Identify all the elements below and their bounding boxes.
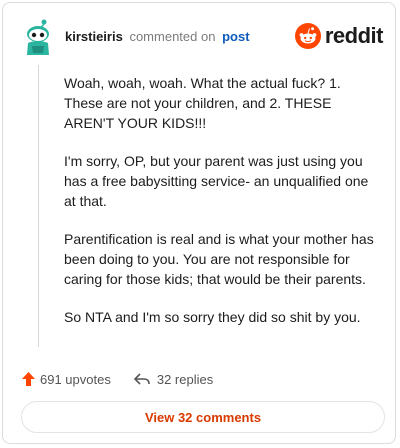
- comment-header: kirstieiris commented on post reddit: [23, 17, 384, 57]
- comment-paragraph-3: Parentification is real and is what your…: [64, 231, 374, 287]
- action-text: commented on: [129, 29, 216, 44]
- comment-paragraph-4: So NTA and I'm so sorry they did so shit…: [64, 309, 361, 325]
- comment-body: Woah, woah, woah. What the actual fuck? …: [64, 73, 382, 345]
- reply-count: 32 replies: [156, 371, 214, 387]
- reddit-logo-icon: [294, 23, 321, 49]
- reddit-wordmark: reddit: [324, 23, 384, 48]
- post-link[interactable]: post: [222, 29, 249, 44]
- upvote-count: 691 upvotes: [40, 371, 111, 387]
- view-comments-button[interactable]: View 32 comments: [21, 401, 385, 433]
- reply-icon: [133, 373, 150, 385]
- comment-paragraph-1: Woah, woah, woah. What the actual fuck? …: [64, 75, 341, 131]
- reddit-logo[interactable]: reddit: [294, 23, 384, 49]
- upvote-button[interactable]: 691 upvotes: [21, 371, 111, 387]
- upvote-icon: [22, 372, 35, 386]
- comment-meta: kirstieiris commented on post: [65, 29, 250, 45]
- username-link[interactable]: kirstieiris: [65, 29, 123, 44]
- avatar-icon[interactable]: [23, 17, 53, 57]
- comment-card: kirstieiris commented on post reddit Woa…: [2, 2, 396, 444]
- replies-button[interactable]: 32 replies: [133, 372, 213, 387]
- comment-footer: 691 upvotes 32 replies: [21, 369, 213, 389]
- comment-paragraph-2: I'm sorry, OP, but your parent was just …: [64, 153, 369, 209]
- thread-line: [38, 65, 39, 347]
